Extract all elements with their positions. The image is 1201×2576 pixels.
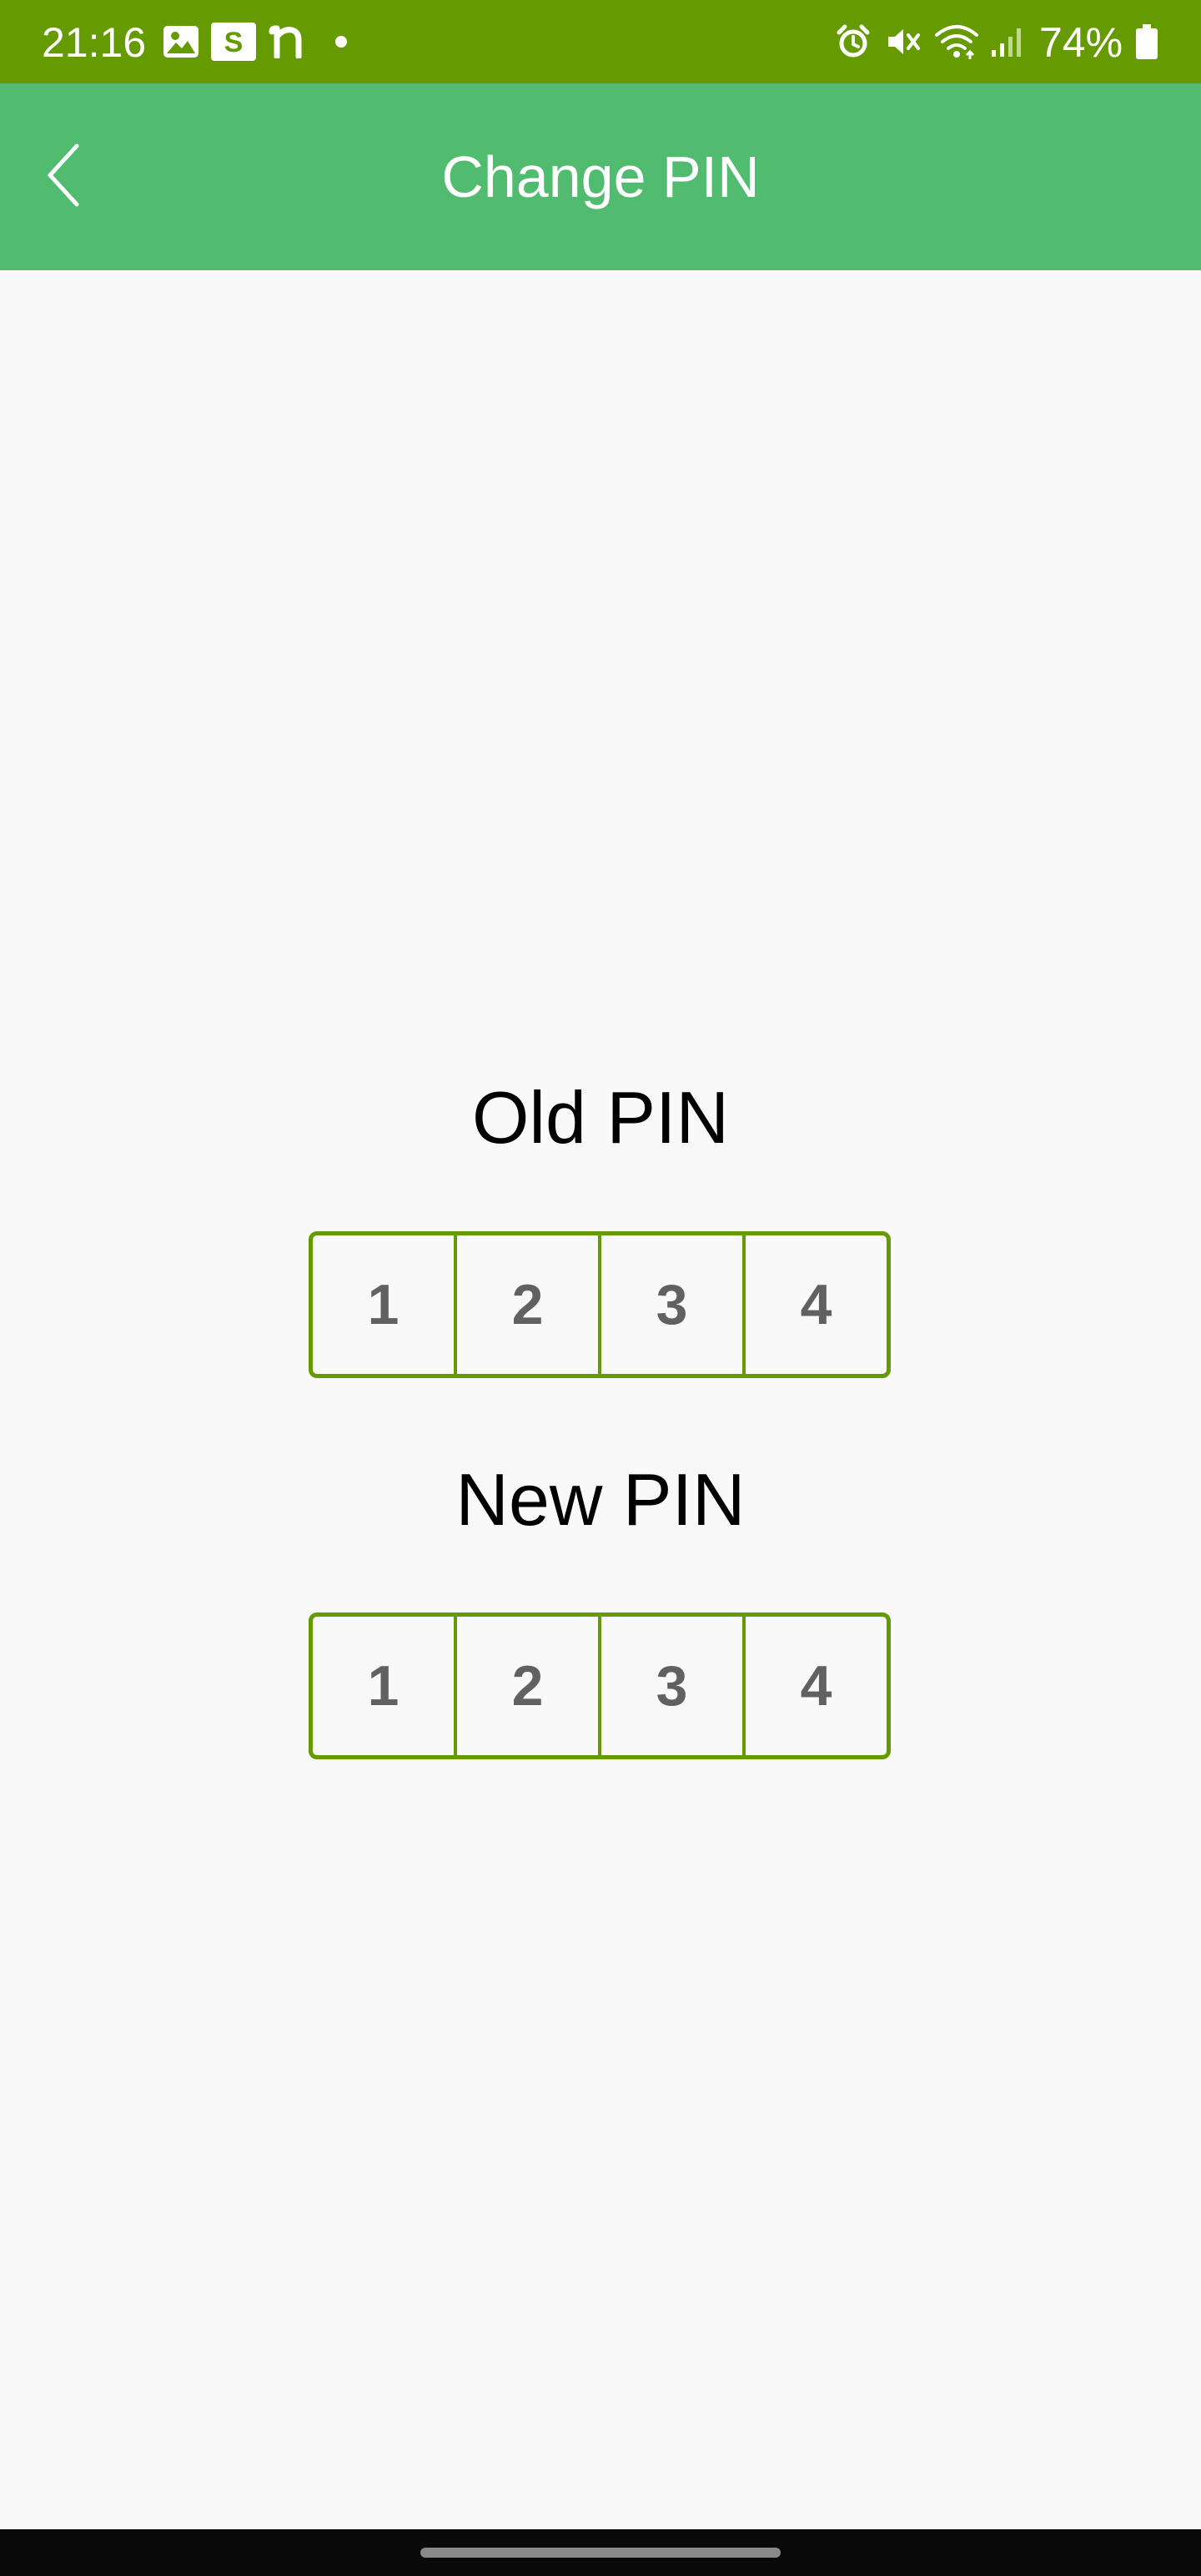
back-button[interactable] [42, 133, 125, 220]
old-pin-digit-4[interactable]: 4 [742, 1235, 887, 1374]
battery-percentage: 74% [1039, 19, 1123, 66]
new-pin-field[interactable]: 1 2 3 4 [309, 1613, 891, 1759]
old-pin-field[interactable]: 1 2 3 4 [309, 1231, 891, 1378]
battery-icon [1134, 0, 1159, 83]
old-pin-label: Old PIN [471, 1076, 730, 1159]
new-pin-digit-4[interactable]: 4 [742, 1617, 887, 1755]
old-pin-digit-1[interactable]: 1 [313, 1235, 454, 1374]
new-pin-digit-2[interactable]: 2 [454, 1617, 598, 1755]
status-bar: 21:16 S 74% [0, 0, 1201, 83]
signal-icon [989, 0, 1028, 83]
home-gesture-handle[interactable] [420, 2548, 781, 2558]
status-time: 21:16 [42, 19, 147, 66]
mute-icon [884, 0, 922, 83]
dot-icon [332, 0, 350, 83]
alarm-icon [834, 0, 872, 83]
chevron-left-icon [42, 138, 92, 217]
svg-text:S: S [224, 27, 244, 58]
navigation-bar [0, 2529, 1201, 2576]
app-bar: Change PIN [0, 83, 1201, 270]
old-pin-digit-2[interactable]: 2 [454, 1235, 598, 1374]
page-title: Change PIN [441, 144, 760, 209]
new-pin-digit-3[interactable]: 3 [598, 1617, 742, 1755]
wifi-icon [932, 0, 981, 83]
s-app-icon: S [210, 0, 257, 83]
gallery-icon [162, 0, 200, 83]
old-pin-digit-3[interactable]: 3 [598, 1235, 742, 1374]
new-pin-digit-1[interactable]: 1 [313, 1617, 454, 1755]
new-pin-label: New PIN [455, 1458, 746, 1541]
n-app-icon [269, 0, 307, 83]
